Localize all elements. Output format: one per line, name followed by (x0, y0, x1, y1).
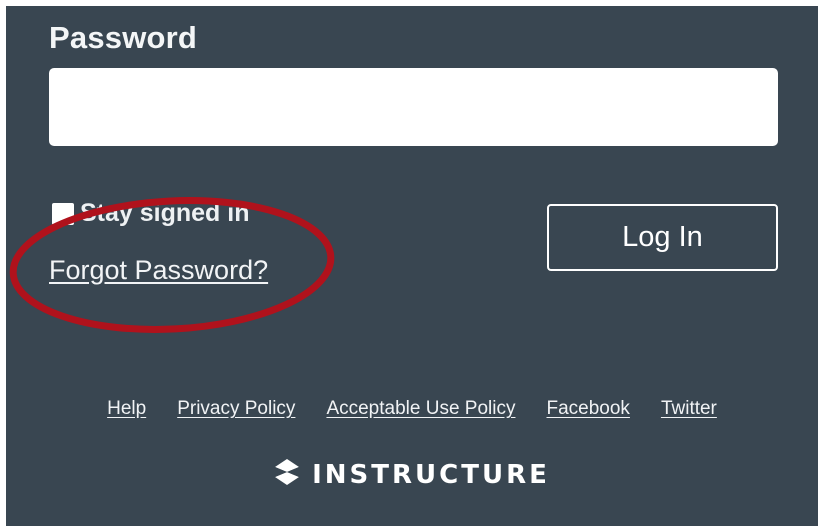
login-panel: Password Stay signed in Forgot Password?… (6, 6, 818, 526)
forgot-password-link[interactable]: Forgot Password? (49, 255, 268, 286)
stay-signed-in-checkbox[interactable] (52, 202, 74, 225)
brand-name: INSTRUCTURE (312, 459, 550, 490)
footer-link-help[interactable]: Help (107, 398, 146, 420)
stay-signed-in-row[interactable]: Stay signed in (52, 199, 249, 228)
footer-link-twitter[interactable]: Twitter (661, 398, 717, 420)
stay-signed-in-label: Stay signed in (80, 199, 250, 227)
footer-link-facebook[interactable]: Facebook (546, 398, 629, 420)
instructure-logo-icon (274, 458, 300, 491)
password-label: Password (49, 20, 198, 55)
footer-link-privacy-policy[interactable]: Privacy Policy (177, 398, 295, 420)
footer-link-acceptable-use-policy[interactable]: Acceptable Use Policy (326, 398, 515, 420)
footer-links: Help Privacy Policy Acceptable Use Polic… (6, 398, 818, 420)
password-input[interactable] (49, 68, 778, 146)
brand: INSTRUCTURE (6, 458, 818, 491)
login-button[interactable]: Log In (547, 204, 778, 271)
